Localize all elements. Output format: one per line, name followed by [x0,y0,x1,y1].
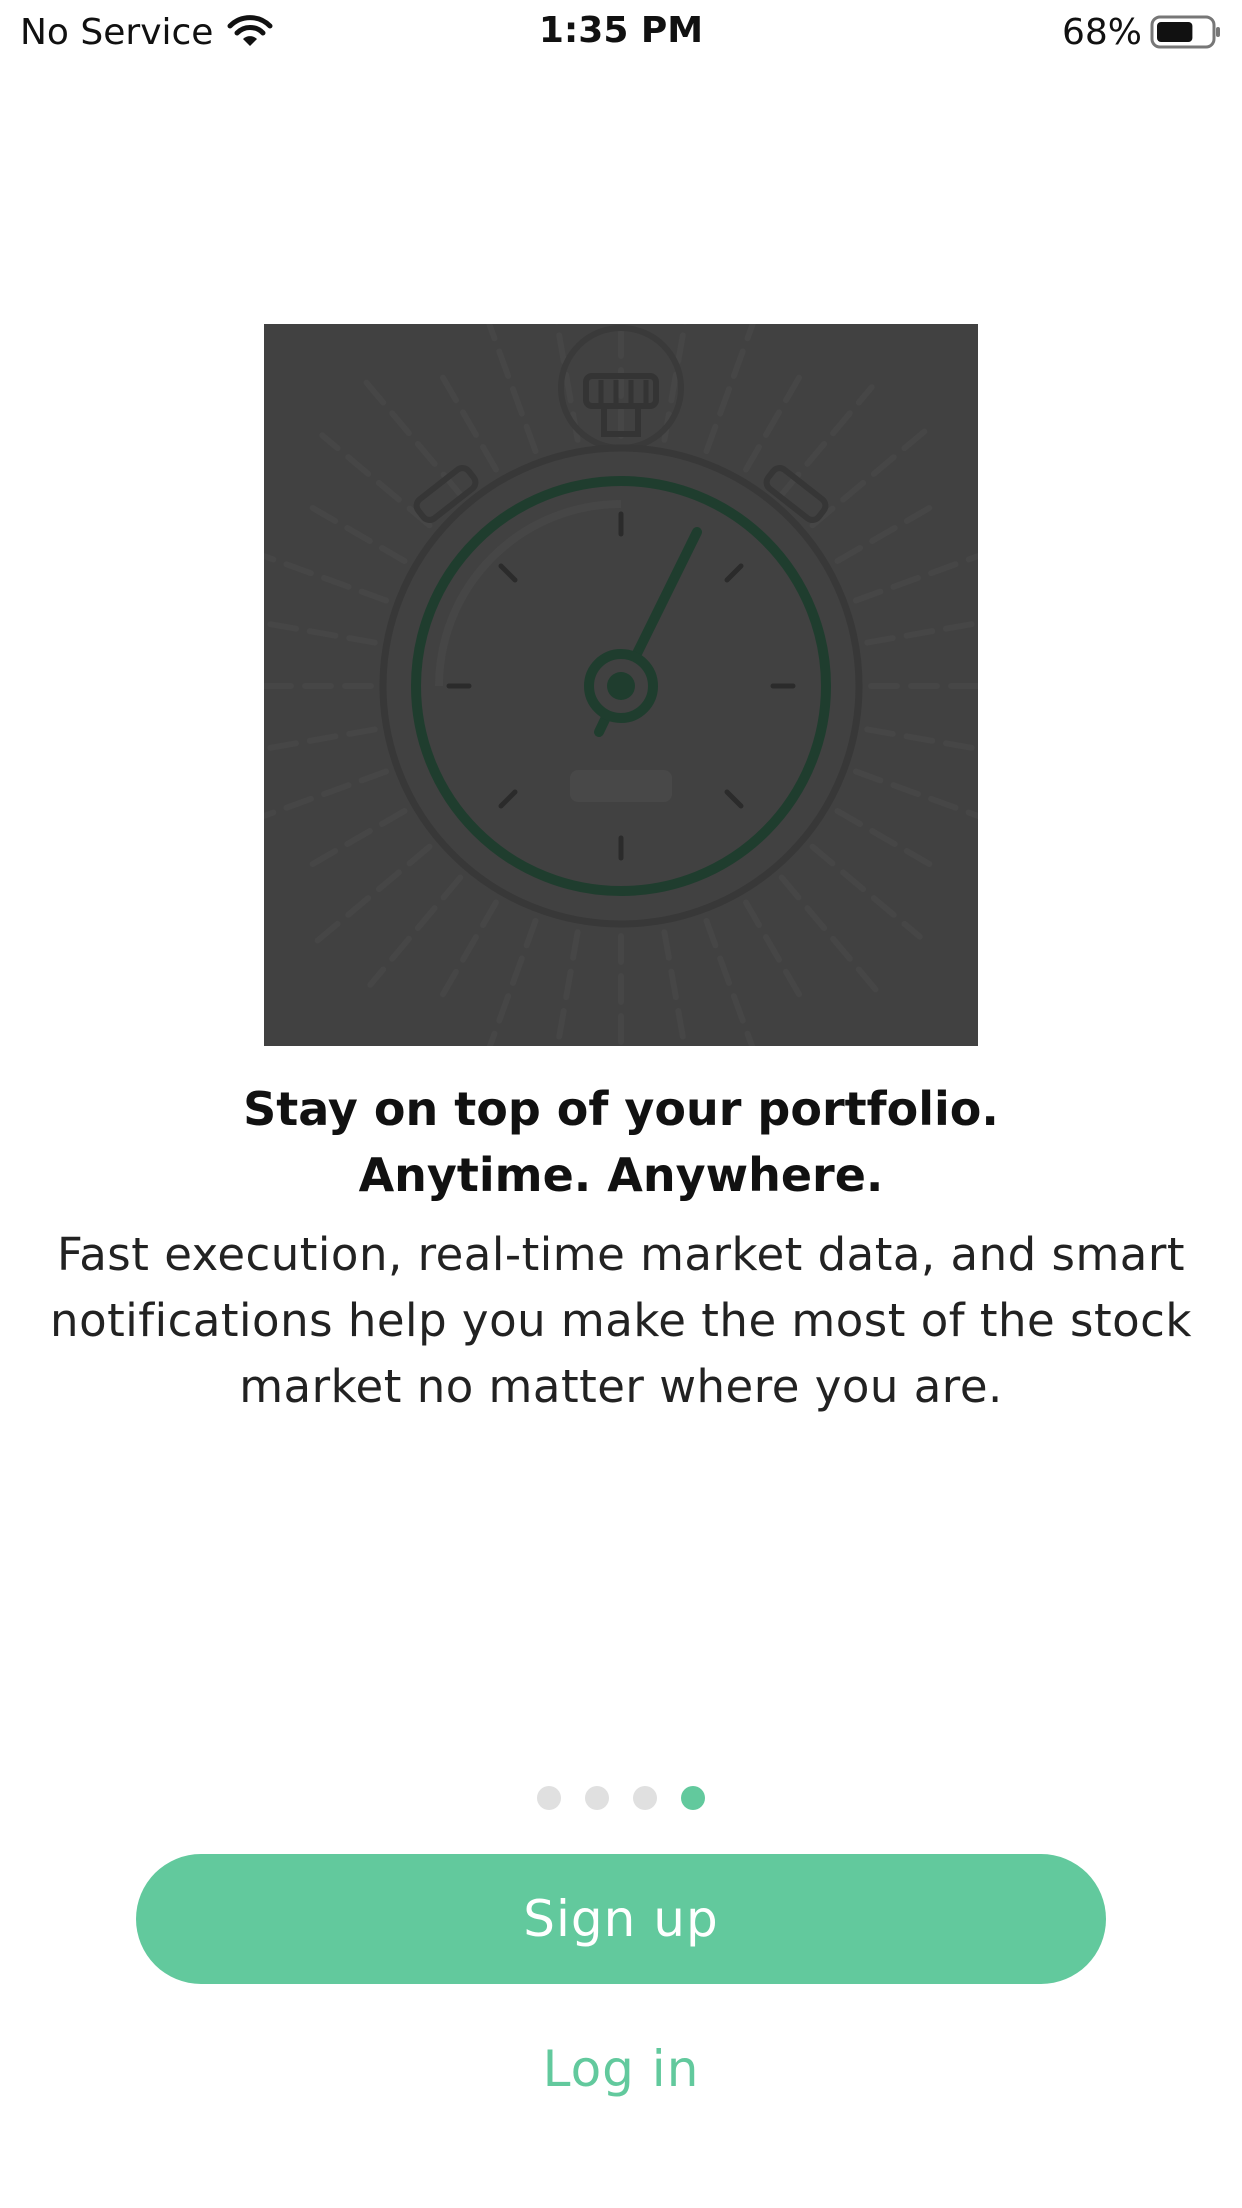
description-line-1: Fast execution, real-time market data, a… [56,1228,1186,1281]
stopwatch-icon [264,324,978,1046]
description: Fast execution, real-time market data, a… [40,1222,1202,1420]
description-line-2: notifications help you make the most of … [50,1294,1192,1347]
page-dot-3[interactable] [633,1786,657,1810]
battery-percent: 68% [1061,11,1142,53]
headline-line-2: Anytime. Anywhere. [358,1148,884,1202]
page-dot-2[interactable] [585,1786,609,1810]
stopwatch-illustration [264,324,978,1046]
battery-icon [1150,15,1220,49]
signup-button[interactable]: Sign up [136,1854,1106,1984]
headline-line-1: Stay on top of your portfolio. [243,1082,999,1136]
description-line-3: market no matter where you are. [239,1360,1003,1413]
login-link[interactable]: Log in [0,2040,1242,2098]
headline: Stay on top of your portfolio. Anytime. … [60,1076,1182,1208]
page-dot-4[interactable] [681,1786,705,1810]
status-time: 1:35 PM [538,10,704,51]
status-right: 68% [1062,10,1222,54]
page-dot-1[interactable] [537,1786,561,1810]
page-indicator[interactable] [0,1786,1242,1810]
status-bar: No Service 1:35 PM 68% [0,0,1242,64]
